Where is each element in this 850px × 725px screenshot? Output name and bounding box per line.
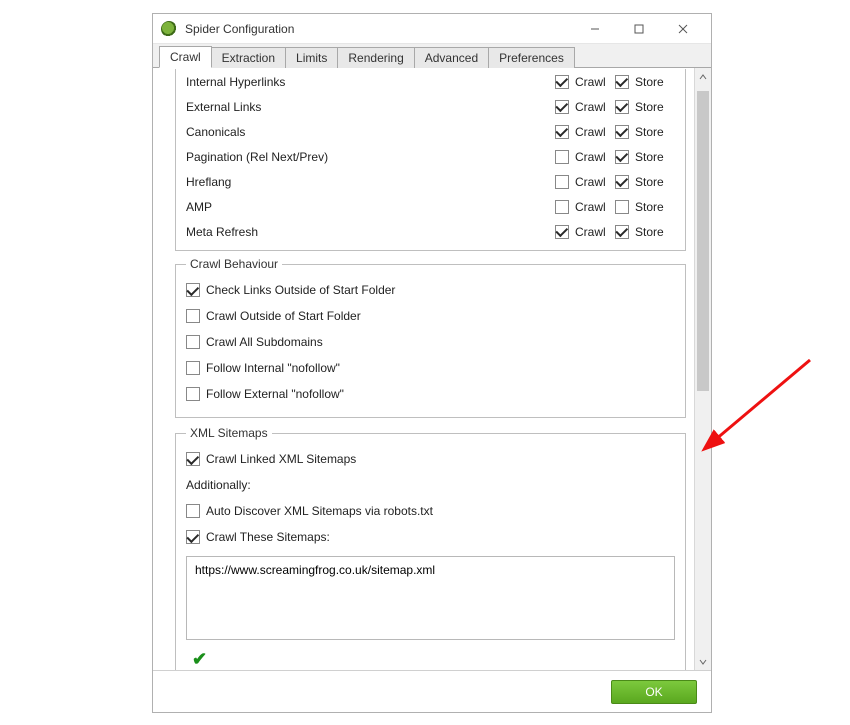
link-row: Pagination (Rel Next/Prev) Crawl Store [186, 144, 675, 169]
crawl-checkbox[interactable] [555, 100, 569, 114]
option-row: Follow Internal "nofollow" [186, 355, 675, 381]
scroll-up-icon[interactable] [695, 68, 711, 85]
valid-check-icon: ✔ [192, 649, 675, 670]
minimize-button[interactable] [573, 15, 617, 43]
tabs-row: Crawl Extraction Limits Rendering Advanc… [153, 44, 711, 68]
xml-sitemaps-group: XML Sitemaps Crawl Linked XML Sitemaps A… [175, 426, 686, 670]
option-checkbox[interactable] [186, 361, 200, 375]
scroll-down-icon[interactable] [695, 653, 711, 670]
link-row: AMP Crawl Store [186, 194, 675, 219]
maximize-button[interactable] [617, 15, 661, 43]
titlebar: Spider Configuration [153, 14, 711, 44]
link-label: Canonicals [186, 125, 555, 139]
option-checkbox[interactable] [186, 309, 200, 323]
option-row: Check Links Outside of Start Folder [186, 277, 675, 303]
link-label: Hreflang [186, 175, 555, 189]
link-label: Internal Hyperlinks [186, 75, 555, 89]
option-label: Crawl All Subdomains [206, 335, 323, 349]
app-icon [161, 21, 177, 37]
sitemap-urls-input[interactable] [186, 556, 675, 640]
tab-preferences[interactable]: Preferences [488, 47, 575, 68]
option-checkbox[interactable] [186, 504, 200, 518]
option-row: Crawl Linked XML Sitemaps [186, 446, 675, 472]
store-checkbox[interactable] [615, 125, 629, 139]
link-label: Meta Refresh [186, 225, 555, 239]
option-row: Crawl Outside of Start Folder [186, 303, 675, 329]
link-row: Internal Hyperlinks Crawl Store [186, 69, 675, 94]
config-window: Spider Configuration Crawl Extraction Li… [152, 13, 712, 713]
option-label: Crawl Linked XML Sitemaps [206, 452, 356, 466]
link-row: Hreflang Crawl Store [186, 169, 675, 194]
option-row: Crawl These Sitemaps: [186, 524, 675, 550]
option-row: Auto Discover XML Sitemaps via robots.tx… [186, 498, 675, 524]
link-row: Meta Refresh Crawl Store [186, 219, 675, 244]
annotation-arrow-icon [700, 350, 820, 460]
store-checkbox[interactable] [615, 200, 629, 214]
option-label: Follow Internal "nofollow" [206, 361, 340, 375]
ok-button[interactable]: OK [611, 680, 697, 704]
group-legend: Crawl Behaviour [186, 257, 282, 271]
link-row: Canonicals Crawl Store [186, 119, 675, 144]
crawl-checkbox[interactable] [555, 175, 569, 189]
vertical-scrollbar[interactable] [694, 68, 711, 670]
additionally-label: Additionally: [186, 472, 675, 498]
crawl-behaviour-group: Crawl Behaviour Check Links Outside of S… [175, 257, 686, 418]
store-checkbox[interactable] [615, 175, 629, 189]
option-checkbox[interactable] [186, 530, 200, 544]
option-label: Auto Discover XML Sitemaps via robots.tx… [206, 504, 433, 518]
crawl-checkbox[interactable] [555, 200, 569, 214]
crawl-checkbox[interactable] [555, 150, 569, 164]
link-label: Pagination (Rel Next/Prev) [186, 150, 555, 164]
window-title: Spider Configuration [185, 22, 573, 36]
option-checkbox[interactable] [186, 283, 200, 297]
crawl-checkbox[interactable] [555, 125, 569, 139]
store-checkbox[interactable] [615, 150, 629, 164]
option-row: Crawl All Subdomains [186, 329, 675, 355]
crawl-checkbox[interactable] [555, 75, 569, 89]
store-checkbox[interactable] [615, 225, 629, 239]
scroll-thumb[interactable] [697, 91, 709, 391]
tab-rendering[interactable]: Rendering [337, 47, 414, 68]
group-legend: XML Sitemaps [186, 426, 272, 440]
dialog-footer: OK [153, 670, 711, 712]
option-label: Crawl Outside of Start Folder [206, 309, 361, 323]
link-row: External Links Crawl Store [186, 94, 675, 119]
option-checkbox[interactable] [186, 452, 200, 466]
crawl-checkbox[interactable] [555, 225, 569, 239]
option-checkbox[interactable] [186, 335, 200, 349]
tab-advanced[interactable]: Advanced [414, 47, 489, 68]
link-label: AMP [186, 200, 555, 214]
tab-limits[interactable]: Limits [285, 47, 338, 68]
tab-extraction[interactable]: Extraction [211, 47, 286, 68]
col-store-label: Store [635, 75, 664, 89]
scroll-track[interactable] [695, 85, 711, 653]
store-checkbox[interactable] [615, 100, 629, 114]
option-label: Follow External "nofollow" [206, 387, 344, 401]
tab-content: Internal Hyperlinks Crawl Store External… [153, 68, 694, 670]
col-crawl-label: Crawl [575, 75, 606, 89]
option-label: Crawl These Sitemaps: [206, 530, 330, 544]
link-options-box: Internal Hyperlinks Crawl Store External… [175, 69, 686, 251]
option-label: Check Links Outside of Start Folder [206, 283, 395, 297]
option-row: Follow External "nofollow" [186, 381, 675, 407]
store-checkbox[interactable] [615, 75, 629, 89]
link-label: External Links [186, 100, 555, 114]
close-button[interactable] [661, 15, 705, 43]
option-checkbox[interactable] [186, 387, 200, 401]
tab-crawl[interactable]: Crawl [159, 46, 212, 68]
window-buttons [573, 15, 705, 43]
